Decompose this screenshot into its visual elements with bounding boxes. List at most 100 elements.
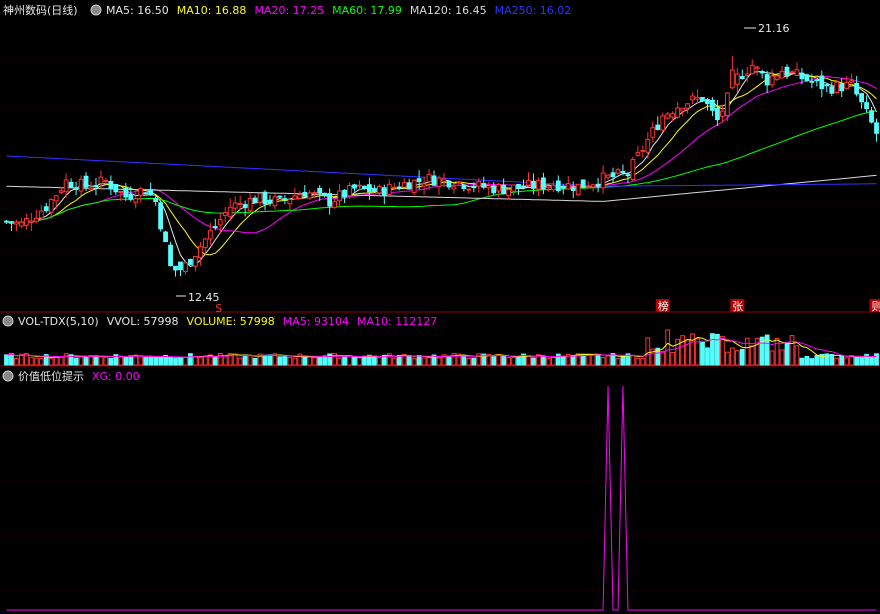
volume-bar <box>188 353 193 366</box>
volume-bar <box>436 357 442 366</box>
candle-body <box>695 96 700 100</box>
volume-bar <box>531 357 536 366</box>
volume-bar <box>546 358 551 366</box>
candle-body <box>595 183 601 187</box>
candle-body <box>799 72 805 80</box>
candle-body <box>690 95 695 101</box>
candle-body <box>227 206 233 217</box>
volume-bar <box>466 357 472 366</box>
volume-bar <box>859 357 864 366</box>
volume-bar <box>158 356 163 366</box>
volume-bar <box>307 356 313 366</box>
volume-bar <box>123 356 129 366</box>
candle-body <box>496 184 502 192</box>
volume-bar <box>774 337 780 366</box>
volume-bar <box>501 355 507 366</box>
candle-body <box>173 265 178 271</box>
candle-body <box>516 184 521 189</box>
candle-body <box>625 174 631 177</box>
candle-body <box>819 75 825 90</box>
candle-body <box>232 202 238 209</box>
candle-body <box>536 180 541 190</box>
volume-bar <box>665 329 671 366</box>
candle-body <box>406 182 412 190</box>
volume-bar <box>202 355 208 366</box>
volume-bar <box>724 351 730 366</box>
volume-bar <box>411 358 417 366</box>
candle-body <box>332 201 337 208</box>
circle-icon[interactable] <box>90 4 102 16</box>
candle-body <box>546 185 551 189</box>
indicator-label: MA250: 16.02 <box>495 4 572 17</box>
candle-body <box>282 198 288 201</box>
volume-bar <box>670 352 676 366</box>
volume-bar <box>635 357 641 366</box>
candle-body <box>242 204 248 209</box>
candle-body <box>257 193 263 204</box>
volume-bar <box>461 355 467 366</box>
volume-bar <box>247 354 253 366</box>
volume-bar <box>138 355 144 366</box>
candle-body <box>58 190 64 193</box>
candle-body <box>864 102 869 110</box>
volume-bar <box>620 355 626 366</box>
candle-body <box>600 172 606 189</box>
candle-body <box>83 175 89 188</box>
candle-body <box>610 172 616 178</box>
candle-body <box>615 169 621 174</box>
candle-body <box>68 181 74 188</box>
volume-bar <box>729 347 735 366</box>
candle-body <box>426 173 432 183</box>
volume-bar <box>739 348 745 366</box>
candle-body <box>829 86 835 94</box>
volume-bar <box>814 355 820 366</box>
candle-body <box>362 185 367 189</box>
volume-bar <box>362 355 367 366</box>
candle-body <box>193 255 198 267</box>
candle-body <box>38 210 44 219</box>
candle-body <box>511 184 516 192</box>
volume-bar <box>63 353 69 366</box>
candle-body <box>148 189 154 196</box>
volume-bar <box>720 335 725 366</box>
volume-bar <box>541 356 546 366</box>
volume-bar <box>357 357 362 366</box>
volume-bar <box>252 357 258 366</box>
indicator-label: MA10: 112127 <box>357 315 437 328</box>
volume-bar <box>705 347 710 366</box>
candle-body <box>565 183 571 190</box>
candle-body <box>844 81 850 90</box>
candle-body <box>138 188 144 196</box>
candle-body <box>575 183 581 196</box>
candle-body <box>754 66 760 69</box>
volume-bar <box>193 355 198 366</box>
candle-body <box>352 184 357 189</box>
volume-bar <box>695 338 700 366</box>
candle-body <box>436 177 442 187</box>
circle-icon[interactable] <box>2 370 14 382</box>
candle-body <box>416 178 422 183</box>
volume-bar <box>33 357 39 366</box>
candle-body <box>103 180 109 183</box>
candle-body <box>287 199 293 205</box>
xg-panel-header: 价值低位提示 XG: 0.00 <box>2 369 140 383</box>
volume-bar <box>595 354 601 366</box>
candle-body <box>327 193 333 207</box>
main-title: 神州数码(日线) <box>3 3 78 17</box>
volume-bar <box>710 333 715 366</box>
main-indicator-labels: MA5: 16.50 MA10: 16.88 MA20: 17.25 MA60: 17… <box>106 4 571 17</box>
volume-bar <box>560 355 566 366</box>
candle-body <box>277 195 283 198</box>
candle-body <box>660 115 666 131</box>
candle-body <box>466 188 472 191</box>
candle-body <box>680 107 686 112</box>
volume-bar <box>58 356 64 366</box>
volume-bar <box>799 357 805 366</box>
candle-body <box>710 99 715 111</box>
candle-body <box>814 79 820 82</box>
candle-body <box>655 124 661 130</box>
volume-bar <box>784 341 790 366</box>
circle-icon[interactable] <box>2 315 14 327</box>
candle-body <box>108 180 114 190</box>
candle-body <box>859 93 864 103</box>
